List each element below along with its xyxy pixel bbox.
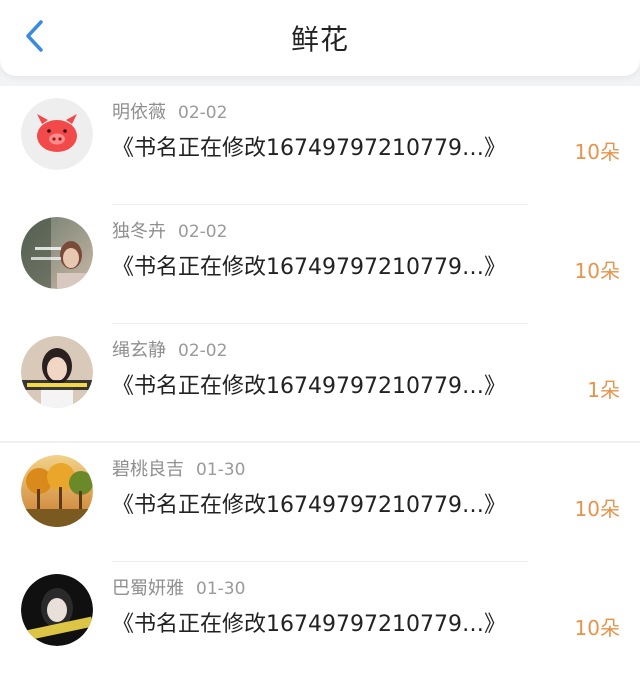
send-date: 01-30 <box>196 460 246 480</box>
list-item[interactable]: 明依薇 02-02 《书名正在修改16749797210779…》 10朵 <box>0 86 640 205</box>
top-bar: 鲜花 <box>0 0 640 76</box>
list-item[interactable]: 碧桃良吉 01-30 《书名正在修改16749797210779…》 10朵 <box>0 443 640 562</box>
sender-meta: 巴蜀妍雅 01-30 <box>112 574 245 600</box>
book-title: 《书名正在修改16749797210779…》 <box>112 255 506 280</box>
send-date: 02-02 <box>178 222 228 242</box>
send-date: 02-02 <box>178 103 228 123</box>
sender-meta: 碧桃良吉 01-30 <box>112 455 245 481</box>
sender-meta: 独冬卉 02-02 <box>112 217 227 243</box>
book-title: 《书名正在修改16749797210779…》 <box>112 136 506 161</box>
flower-count: 10朵 <box>574 140 620 164</box>
list-item[interactable]: 巴蜀妍雅 01-30 《书名正在修改16749797210779…》 10朵 <box>0 562 640 681</box>
flower-count: 10朵 <box>574 616 620 640</box>
book-title: 《书名正在修改16749797210779…》 <box>112 374 506 399</box>
sender-meta: 明依薇 02-02 <box>112 98 227 124</box>
portrait-avatar-icon <box>21 217 93 289</box>
send-date: 01-30 <box>196 579 246 599</box>
flower-count: 10朵 <box>574 259 620 283</box>
avatar[interactable] <box>21 336 93 408</box>
sender-name: 绳玄静 <box>112 340 166 361</box>
avatar[interactable] <box>21 98 93 170</box>
list-item[interactable]: 独冬卉 02-02 《书名正在修改16749797210779…》 10朵 <box>0 205 640 324</box>
avatar[interactable] <box>21 574 93 646</box>
avatar[interactable] <box>21 217 93 289</box>
sender-name: 明依薇 <box>112 102 166 123</box>
avatar[interactable] <box>21 455 93 527</box>
flower-count: 1朵 <box>587 378 620 402</box>
sender-name: 碧桃良吉 <box>112 459 184 480</box>
sender-meta: 绳玄静 02-02 <box>112 336 227 362</box>
flower-count: 10朵 <box>574 497 620 521</box>
pig-avatar-icon <box>21 98 93 170</box>
portrait-avatar-icon <box>21 336 93 408</box>
book-title: 《书名正在修改16749797210779…》 <box>112 493 506 518</box>
flower-list: 明依薇 02-02 《书名正在修改16749797210779…》 10朵 独冬… <box>0 86 640 681</box>
portrait-avatar-icon <box>21 574 93 646</box>
page-title: 鲜花 <box>290 23 349 56</box>
landscape-avatar-icon <box>21 455 93 527</box>
book-title: 《书名正在修改16749797210779…》 <box>112 612 506 637</box>
sender-name: 独冬卉 <box>112 221 166 242</box>
send-date: 02-02 <box>178 341 228 361</box>
sender-name: 巴蜀妍雅 <box>112 578 184 599</box>
list-item[interactable]: 绳玄静 02-02 《书名正在修改16749797210779…》 1朵 <box>0 324 640 443</box>
